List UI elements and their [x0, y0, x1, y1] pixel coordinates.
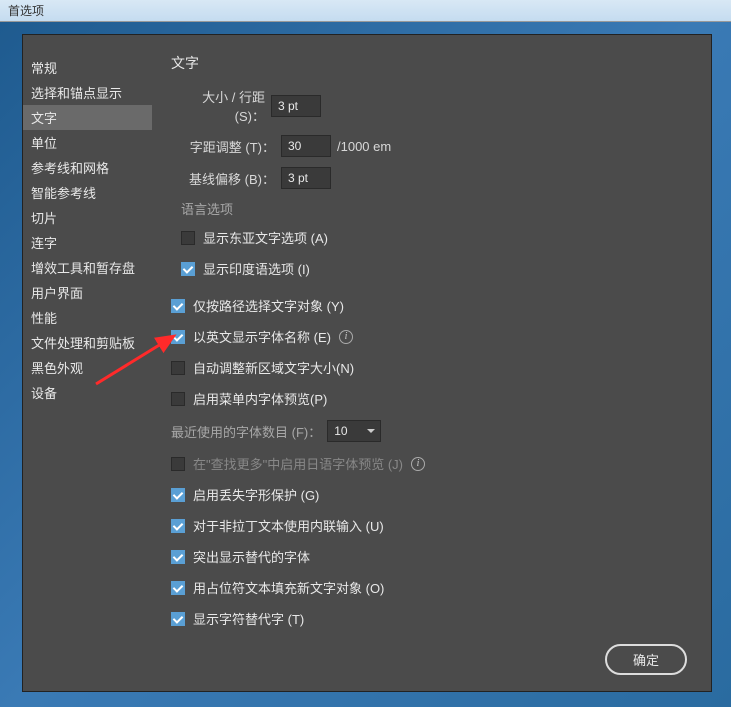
placeholder-fill-checkbox[interactable] [171, 581, 185, 595]
missing-glyph-checkbox[interactable] [171, 488, 185, 502]
recent-fonts-select[interactable]: 10 [327, 420, 381, 442]
sidebar-item-selection[interactable]: 选择和锚点显示 [23, 80, 152, 105]
sidebar-item-smartguides[interactable]: 智能参考线 [23, 180, 152, 205]
english-fontnames-label: 以英文显示字体名称 (E) [193, 327, 331, 346]
info-icon[interactable]: i [339, 330, 353, 344]
sidebar-item-type[interactable]: 文字 [23, 105, 152, 130]
sidebar-item-hyphenation[interactable]: 连字 [23, 230, 152, 255]
sidebar-item-guides[interactable]: 参考线和网格 [23, 155, 152, 180]
inline-input-checkbox[interactable] [171, 519, 185, 533]
show-char-alt-checkbox[interactable] [171, 612, 185, 626]
preferences-dialog: 常规 选择和锚点显示 文字 单位 参考线和网格 智能参考线 切片 连字 增效工具… [22, 34, 712, 692]
select-by-path-checkbox[interactable] [171, 299, 185, 313]
language-section-title: 语言选项 [181, 199, 693, 218]
east-asian-checkbox[interactable] [181, 231, 195, 245]
east-asian-label: 显示东亚文字选项 (A) [203, 228, 328, 247]
auto-size-area-checkbox[interactable] [171, 361, 185, 375]
sidebar-item-general[interactable]: 常规 [23, 55, 152, 80]
sidebar-item-plugins[interactable]: 增效工具和暂存盘 [23, 255, 152, 280]
indic-label: 显示印度语选项 (I) [203, 259, 310, 278]
font-preview-menu-label: 启用菜单内字体预览(P) [193, 389, 327, 408]
sidebar-item-units[interactable]: 单位 [23, 130, 152, 155]
english-fontnames-checkbox[interactable] [171, 330, 185, 344]
baseline-input[interactable] [281, 167, 331, 189]
indic-checkbox[interactable] [181, 262, 195, 276]
placeholder-fill-label: 用占位符文本填充新文字对象 (O) [193, 578, 384, 597]
highlight-alt-label: 突出显示替代的字体 [193, 547, 310, 566]
auto-size-area-label: 自动调整新区域文字大小(N) [193, 358, 354, 377]
show-char-alt-label: 显示字符替代字 (T) [193, 609, 304, 628]
japanese-preview-label: 在"查找更多"中启用日语字体预览 (J) [193, 454, 403, 473]
sidebar-item-filehandling[interactable]: 文件处理和剪贴板 [23, 330, 152, 355]
titlebar: 首选项 [0, 0, 731, 22]
sidebar-item-ui[interactable]: 用户界面 [23, 280, 152, 305]
tracking-unit: /1000 em [331, 139, 391, 154]
highlight-alt-checkbox[interactable] [171, 550, 185, 564]
page-title: 文字 [171, 53, 693, 73]
select-by-path-label: 仅按路径选择文字对象 (Y) [193, 296, 344, 315]
content-panel: 文字 大小 / 行距 (S)： 字距调整 (T)： /1000 em 基线偏移 … [153, 35, 711, 691]
tracking-label: 字距调整 (T)： [171, 137, 281, 156]
missing-glyph-label: 启用丢失字形保护 (G) [193, 485, 319, 504]
sidebar-item-slices[interactable]: 切片 [23, 205, 152, 230]
info-icon[interactable]: i [411, 457, 425, 471]
ok-button[interactable]: 确定 [605, 644, 687, 675]
baseline-label: 基线偏移 (B)： [171, 169, 281, 188]
font-preview-menu-checkbox[interactable] [171, 392, 185, 406]
japanese-preview-checkbox[interactable] [171, 457, 185, 471]
sidebar-item-black[interactable]: 黑色外观 [23, 355, 152, 380]
sidebar-item-devices[interactable]: 设备 [23, 380, 152, 405]
size-leading-label: 大小 / 行距 (S)： [171, 87, 271, 125]
titlebar-text: 首选项 [8, 4, 44, 18]
tracking-input[interactable] [281, 135, 331, 157]
inline-input-label: 对于非拉丁文本使用内联输入 (U) [193, 516, 384, 535]
size-leading-input[interactable] [271, 95, 321, 117]
button-row: 确定 [605, 644, 687, 675]
recent-fonts-label: 最近使用的字体数目 (F)： [171, 422, 321, 441]
sidebar-item-performance[interactable]: 性能 [23, 305, 152, 330]
sidebar: 常规 选择和锚点显示 文字 单位 参考线和网格 智能参考线 切片 连字 增效工具… [23, 35, 153, 691]
